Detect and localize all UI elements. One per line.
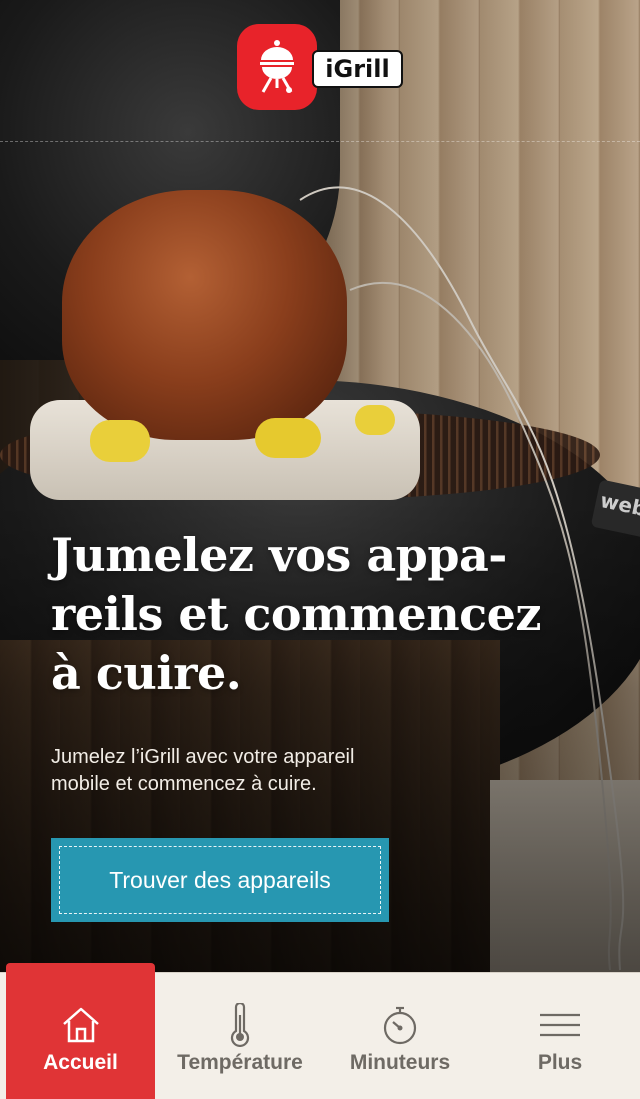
header-divider — [0, 141, 640, 142]
logo-wordmark: iGrill — [312, 50, 403, 88]
tab-timers-label: Minuteurs — [349, 1051, 451, 1074]
hero-background-photo: weber — [0, 0, 640, 972]
hero-headline-line: à cuire. — [51, 646, 242, 700]
igrill-logo: iGrill — [237, 24, 405, 110]
bottom-tab-bar: Accueil Température Minuteurs Plus — [0, 963, 640, 1099]
stopwatch-icon — [383, 1006, 417, 1045]
menu-icon — [540, 1013, 580, 1037]
hero-headline-line: reils et commencez — [51, 587, 542, 641]
hero-headline-line: Jumelez vos appa- — [51, 528, 507, 582]
tab-timers[interactable]: Minuteurs — [320, 973, 480, 1099]
find-devices-label: Trouver des appareils — [109, 866, 331, 893]
tab-temperature-label: Température — [177, 1051, 303, 1074]
hero-subtext-line: mobile et commencez à cuire. — [51, 773, 317, 795]
kettle-grill-icon — [260, 40, 294, 93]
tab-more-label: Plus — [537, 1051, 583, 1074]
home-icon — [62, 1007, 99, 1043]
hero-subtext: Jumelez l’iGrill avec votre appareil mob… — [51, 744, 411, 798]
hero-headline: Jumelez vos appa- reils et commencez à c… — [51, 526, 611, 703]
tab-temperature[interactable]: Température — [160, 973, 320, 1099]
thermometer-icon — [230, 1003, 250, 1047]
tab-home-label: Accueil — [43, 1051, 118, 1074]
tab-home[interactable]: Accueil — [6, 963, 155, 1099]
find-devices-button[interactable]: Trouver des appareils — [51, 838, 389, 922]
hero-subtext-line: Jumelez l’iGrill avec votre appareil — [51, 746, 355, 768]
tab-more[interactable]: Plus — [480, 973, 640, 1099]
